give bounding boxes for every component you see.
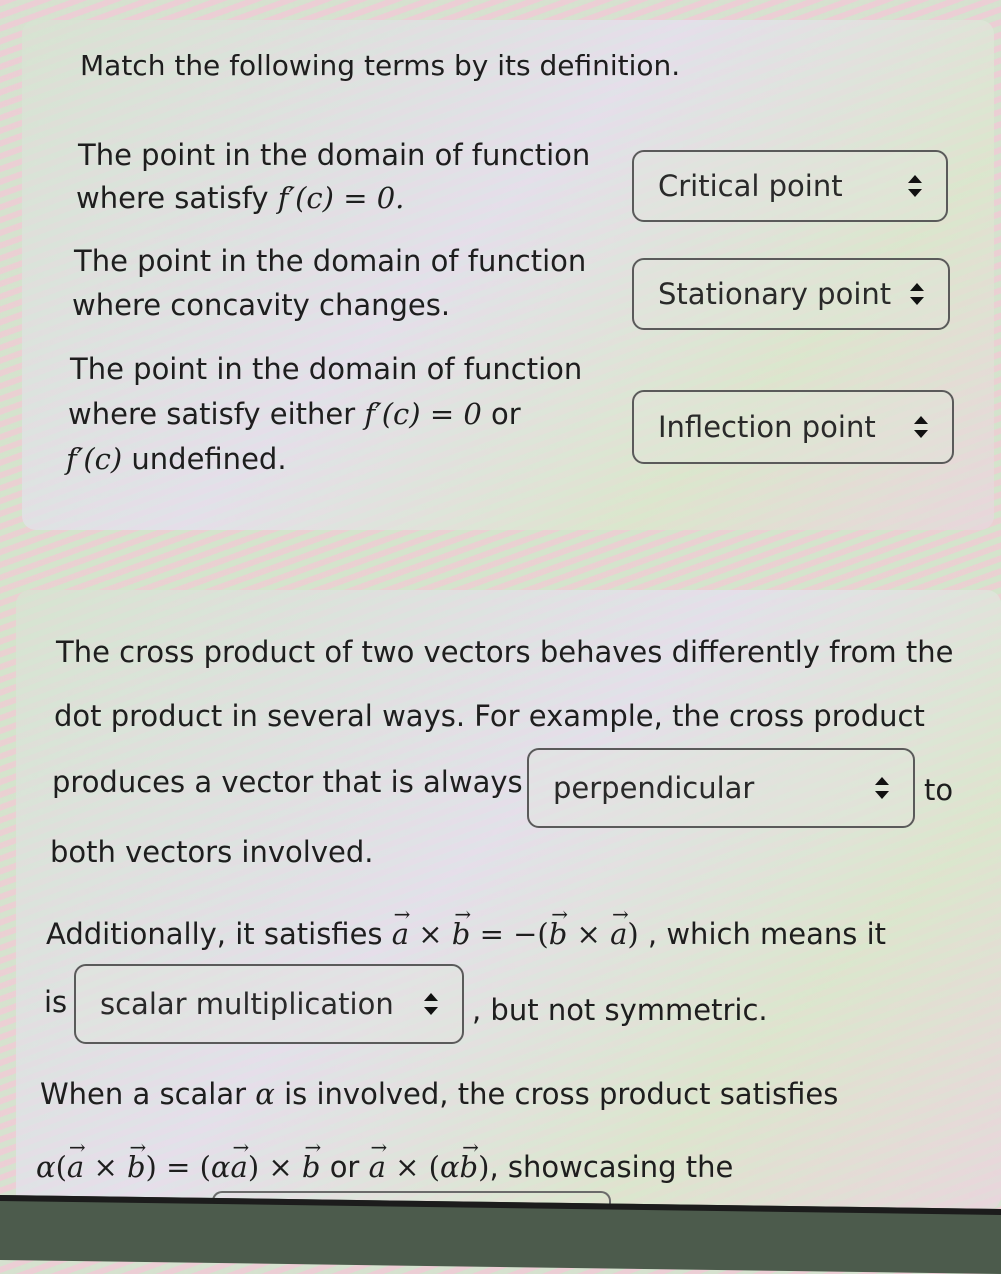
question-prompt: Match the following terms by its definit… <box>80 49 681 82</box>
vector-b: b <box>460 1145 479 1189</box>
alpha-symbol: α <box>210 1150 231 1184</box>
alpha-symbol: α <box>255 1077 275 1111</box>
select-value: scalar multiplication <box>100 987 394 1021</box>
cloze-para3-line1: When a scalar α is involved, the cross p… <box>40 1072 838 1116</box>
math-op: × <box>576 917 601 951</box>
alpha-symbol: α <box>36 1150 56 1184</box>
definition-2-line1: The point in the domain of function <box>74 244 587 278</box>
term-select-1[interactable]: Critical point <box>632 150 948 222</box>
definition-1-line2: where satisfy f′(c) = 0. <box>76 176 404 220</box>
alpha-symbol: α <box>439 1150 460 1184</box>
cloze-text: Additionally, it satisfies <box>46 917 383 951</box>
cloze-text: When a scalar <box>40 1077 247 1111</box>
cloze-line1: The cross product of two vectors behaves… <box>56 635 954 669</box>
select-value: perpendicular <box>553 771 755 805</box>
cloze-text: or <box>329 1150 360 1184</box>
math-expression: f′(c) = 0 <box>364 397 482 431</box>
math-expression: α(a × b) = (αa) × b <box>36 1150 330 1184</box>
cloze-text: is involved, the cross product satisfies <box>284 1077 839 1111</box>
cloze-para2-before: is <box>44 985 68 1019</box>
definition-2-line2: where concavity changes. <box>72 288 451 322</box>
select-value: Critical point <box>658 169 843 203</box>
definition-text: where satisfy either <box>68 397 356 431</box>
cloze-line3-after: to <box>924 773 954 807</box>
cloze-line3-before: produces a vector that is always <box>52 765 523 799</box>
math-expression: f′(c) = 0. <box>277 181 405 215</box>
select-caret-icon <box>908 175 922 197</box>
math-expression: f′(c) <box>66 442 123 476</box>
math-op: ( <box>55 1150 67 1184</box>
definition-text: or <box>491 397 521 431</box>
math-op: ( <box>428 1150 440 1184</box>
vector-b: b <box>452 912 471 956</box>
math-op: × <box>268 1150 293 1184</box>
cloze-question-card <box>16 590 1001 1210</box>
vector-b: b <box>549 912 568 956</box>
math-op: ) = ( <box>145 1150 211 1184</box>
definition-3-line3: f′(c) undefined. <box>66 437 287 481</box>
term-select-3[interactable]: Inflection point <box>632 390 954 464</box>
screen-bezel <box>0 1195 1001 1274</box>
select-value: Inflection point <box>658 410 876 444</box>
cloze-text: , showcasing the <box>489 1150 734 1184</box>
vector-a: a <box>231 1145 248 1189</box>
definition-3-line2: where satisfy either f′(c) = 0 or <box>68 392 521 436</box>
vector-a: a <box>610 912 627 956</box>
math-op: × <box>93 1150 118 1184</box>
math-expression: a × b = −(b × a) <box>392 917 648 951</box>
definition-3-line1: The point in the domain of function <box>70 352 583 386</box>
vector-a: a <box>392 912 409 956</box>
select-caret-icon <box>910 283 924 305</box>
select-caret-icon <box>914 416 928 438</box>
math-op: ) <box>478 1150 490 1184</box>
term-select-2[interactable]: Stationary point <box>632 258 950 330</box>
definition-text: where satisfy <box>76 181 269 215</box>
definition-1-line1: The point in the domain of function <box>78 138 591 172</box>
select-value: Stationary point <box>658 277 892 311</box>
math-op: = −( <box>479 917 549 951</box>
cloze-para2-line1: Additionally, it satisfies a × b = −(b ×… <box>46 912 886 956</box>
math-expression: a × (αb) <box>369 1150 490 1184</box>
definition-text: undefined. <box>131 442 287 476</box>
cloze-line2: dot product in several ways. For example… <box>54 699 925 733</box>
cloze-select-2[interactable]: scalar multiplication <box>74 964 464 1044</box>
math-op: × <box>418 917 443 951</box>
vector-a: a <box>369 1145 386 1189</box>
math-op: ) <box>627 917 639 951</box>
select-caret-icon <box>424 993 438 1015</box>
cloze-para2-after: , but not symmetric. <box>472 993 768 1027</box>
select-caret-icon <box>875 777 889 799</box>
cloze-line4: both vectors involved. <box>50 835 374 869</box>
cloze-text: , which means it <box>647 917 887 951</box>
cloze-select-1[interactable]: perpendicular <box>527 748 915 828</box>
vector-a: a <box>67 1145 84 1189</box>
math-op: ) <box>247 1150 260 1184</box>
vector-b: b <box>302 1145 321 1189</box>
cloze-para3-line2: α(a × b) = (αa) × b or a × (αb), showcas… <box>36 1145 733 1189</box>
vector-b: b <box>127 1145 146 1189</box>
math-op: × <box>395 1150 420 1184</box>
